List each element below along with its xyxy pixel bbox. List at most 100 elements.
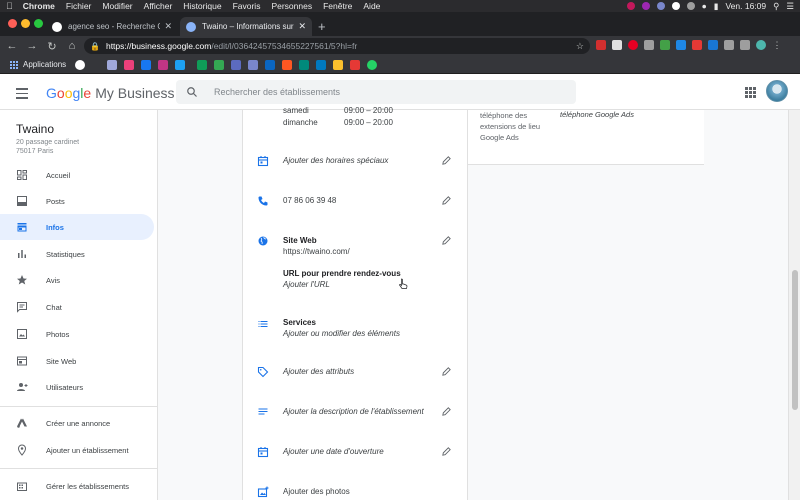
bookmark-icon[interactable] [197, 59, 208, 70]
apps-grid-icon[interactable] [10, 60, 18, 69]
sidebar-item-infos[interactable]: Infos [0, 214, 154, 240]
apple-icon[interactable]:  [6, 1, 13, 11]
extension-icon[interactable] [676, 40, 686, 50]
reload-button[interactable]: ↻ [44, 40, 60, 53]
edit-icon[interactable] [441, 366, 452, 377]
sidebar-item-statistiques[interactable]: Statistiques [0, 241, 154, 267]
special-hours-link[interactable]: Ajouter des horaires spéciaux [283, 156, 388, 165]
sidebar-item-utilisateurs[interactable]: Utilisateurs [0, 374, 154, 400]
bookmark-icon[interactable] [214, 59, 225, 70]
linkedin-icon[interactable] [265, 59, 276, 70]
extension-icon[interactable] [692, 40, 702, 50]
bookmark-icon[interactable] [350, 59, 361, 70]
window-close-button[interactable] [8, 19, 17, 28]
menu-chrome[interactable]: Chrome [23, 1, 55, 11]
services-link[interactable]: Ajouter ou modifier des éléments [283, 329, 400, 338]
bookmark-star-icon[interactable]: ☆ [576, 41, 584, 52]
tray-app-icon[interactable] [686, 2, 695, 10]
menu-modifier[interactable]: Modifier [102, 1, 132, 11]
google-apps-icon[interactable] [745, 87, 756, 98]
menu-icon[interactable] [16, 88, 28, 102]
bookmark-icon[interactable] [299, 59, 310, 70]
search-box[interactable] [176, 80, 576, 104]
whatsapp-icon[interactable] [367, 59, 378, 70]
opening-date-link[interactable]: Ajouter une date d'ouverture [283, 447, 384, 456]
address-bar[interactable]: 🔒 https://business.google.com /edit/l/03… [84, 38, 590, 54]
tab-gmb[interactable]: Twaino – Informations sur l'entreprise ✕ [180, 17, 312, 36]
home-button[interactable]: ⌂ [64, 40, 80, 52]
facebook-icon[interactable] [141, 59, 152, 70]
search-icon[interactable] [186, 86, 198, 98]
sidebar-item-gerer-etablissements[interactable]: Gérer les établissements [0, 473, 154, 499]
wifi-icon[interactable]: ● [702, 1, 707, 11]
bookmark-applications[interactable]: Applications [23, 60, 66, 69]
page-scrollbar[interactable] [788, 110, 800, 500]
battery-icon[interactable]: ▮ [714, 1, 719, 12]
tray-app-icon[interactable] [626, 2, 635, 10]
search-icon[interactable]: ⚲ [773, 1, 779, 12]
close-tab-icon[interactable]: ✕ [298, 21, 306, 32]
extension-icon[interactable] [596, 40, 606, 50]
bookmark-icon[interactable] [282, 59, 293, 70]
trello-icon[interactable] [316, 59, 327, 70]
appointment-url-link[interactable]: Ajouter l'URL [283, 280, 330, 289]
attributes-link[interactable]: Ajouter des attributs [283, 367, 354, 376]
window-zoom-button[interactable] [34, 19, 43, 28]
menu-aide[interactable]: Aide [363, 1, 380, 11]
extension-icon[interactable] [660, 40, 670, 50]
bookmark-icon[interactable] [124, 59, 135, 70]
bookmark-icon[interactable] [248, 59, 259, 70]
clock[interactable]: Ven. 16:09 [725, 1, 766, 11]
sidebar-item-accueil[interactable]: Accueil [0, 162, 154, 188]
website-url[interactable]: https://twaino.com/ [283, 247, 350, 256]
sidebar-item-posts[interactable]: Posts [0, 188, 154, 214]
menu-list-icon[interactable]: ☰ [786, 1, 794, 12]
extension-icon[interactable] [740, 40, 750, 50]
sidebar-item-ajouter-etablissement[interactable]: Ajouter un établissement [0, 437, 154, 463]
extension-icon[interactable] [612, 40, 622, 50]
google-bookmark-icon[interactable] [75, 59, 86, 70]
instagram-icon[interactable] [158, 59, 169, 70]
edit-icon[interactable] [441, 446, 452, 457]
extension-icon[interactable] [708, 40, 718, 50]
menu-personnes[interactable]: Personnes [271, 1, 312, 11]
avatar[interactable] [766, 80, 788, 102]
extension-icon[interactable] [644, 40, 654, 50]
sidebar-item-photos[interactable]: Photos [0, 321, 154, 347]
menu-afficher[interactable]: Afficher [144, 1, 173, 11]
analytics-icon[interactable] [333, 59, 344, 70]
pinterest-icon[interactable] [628, 40, 638, 50]
profile-icon[interactable] [756, 40, 766, 50]
bookmark-icon[interactable] [231, 59, 242, 70]
forward-button[interactable]: → [24, 40, 40, 52]
sidebar-item-chat[interactable]: Chat [0, 294, 154, 320]
google-my-business-logo[interactable]: Google My Business [46, 85, 175, 101]
extension-icon[interactable] [724, 40, 734, 50]
close-tab-icon[interactable]: ✕ [164, 21, 172, 32]
tray-app-icon[interactable] [641, 2, 650, 10]
menu-historique[interactable]: Historique [183, 1, 221, 11]
back-button[interactable]: ← [4, 40, 20, 52]
description-link[interactable]: Ajouter la description de l'établissemen… [283, 407, 424, 416]
menu-fichier[interactable]: Fichier [66, 1, 92, 11]
add-photos-link[interactable]: Ajouter des photos [283, 487, 350, 496]
tray-app-icon[interactable] [656, 2, 665, 10]
window-minimize-button[interactable] [21, 19, 30, 28]
search-input[interactable] [214, 84, 564, 100]
edit-icon[interactable] [441, 195, 452, 206]
edit-icon[interactable] [441, 235, 452, 246]
scrollbar-thumb[interactable] [792, 270, 798, 410]
edit-icon[interactable] [441, 155, 452, 166]
sidebar-item-site-web[interactable]: Site Web [0, 348, 154, 374]
twitter-icon[interactable] [175, 59, 186, 70]
menu-favoris[interactable]: Favoris [233, 1, 261, 11]
menu-fenetre[interactable]: Fenêtre [323, 1, 352, 11]
lock-icon[interactable]: 🔒 [90, 42, 100, 51]
edit-icon[interactable] [441, 406, 452, 417]
new-tab-button[interactable]: + [318, 20, 326, 33]
cloud-icon[interactable] [671, 2, 680, 10]
tab-google-search[interactable]: agence seo - Recherche Google ✕ [46, 17, 178, 36]
mail-bookmark-icon[interactable] [107, 59, 118, 70]
more-menu-icon[interactable]: ⋮ [772, 40, 782, 50]
sidebar-item-creer-annonce[interactable]: Créer une annonce [0, 410, 154, 436]
